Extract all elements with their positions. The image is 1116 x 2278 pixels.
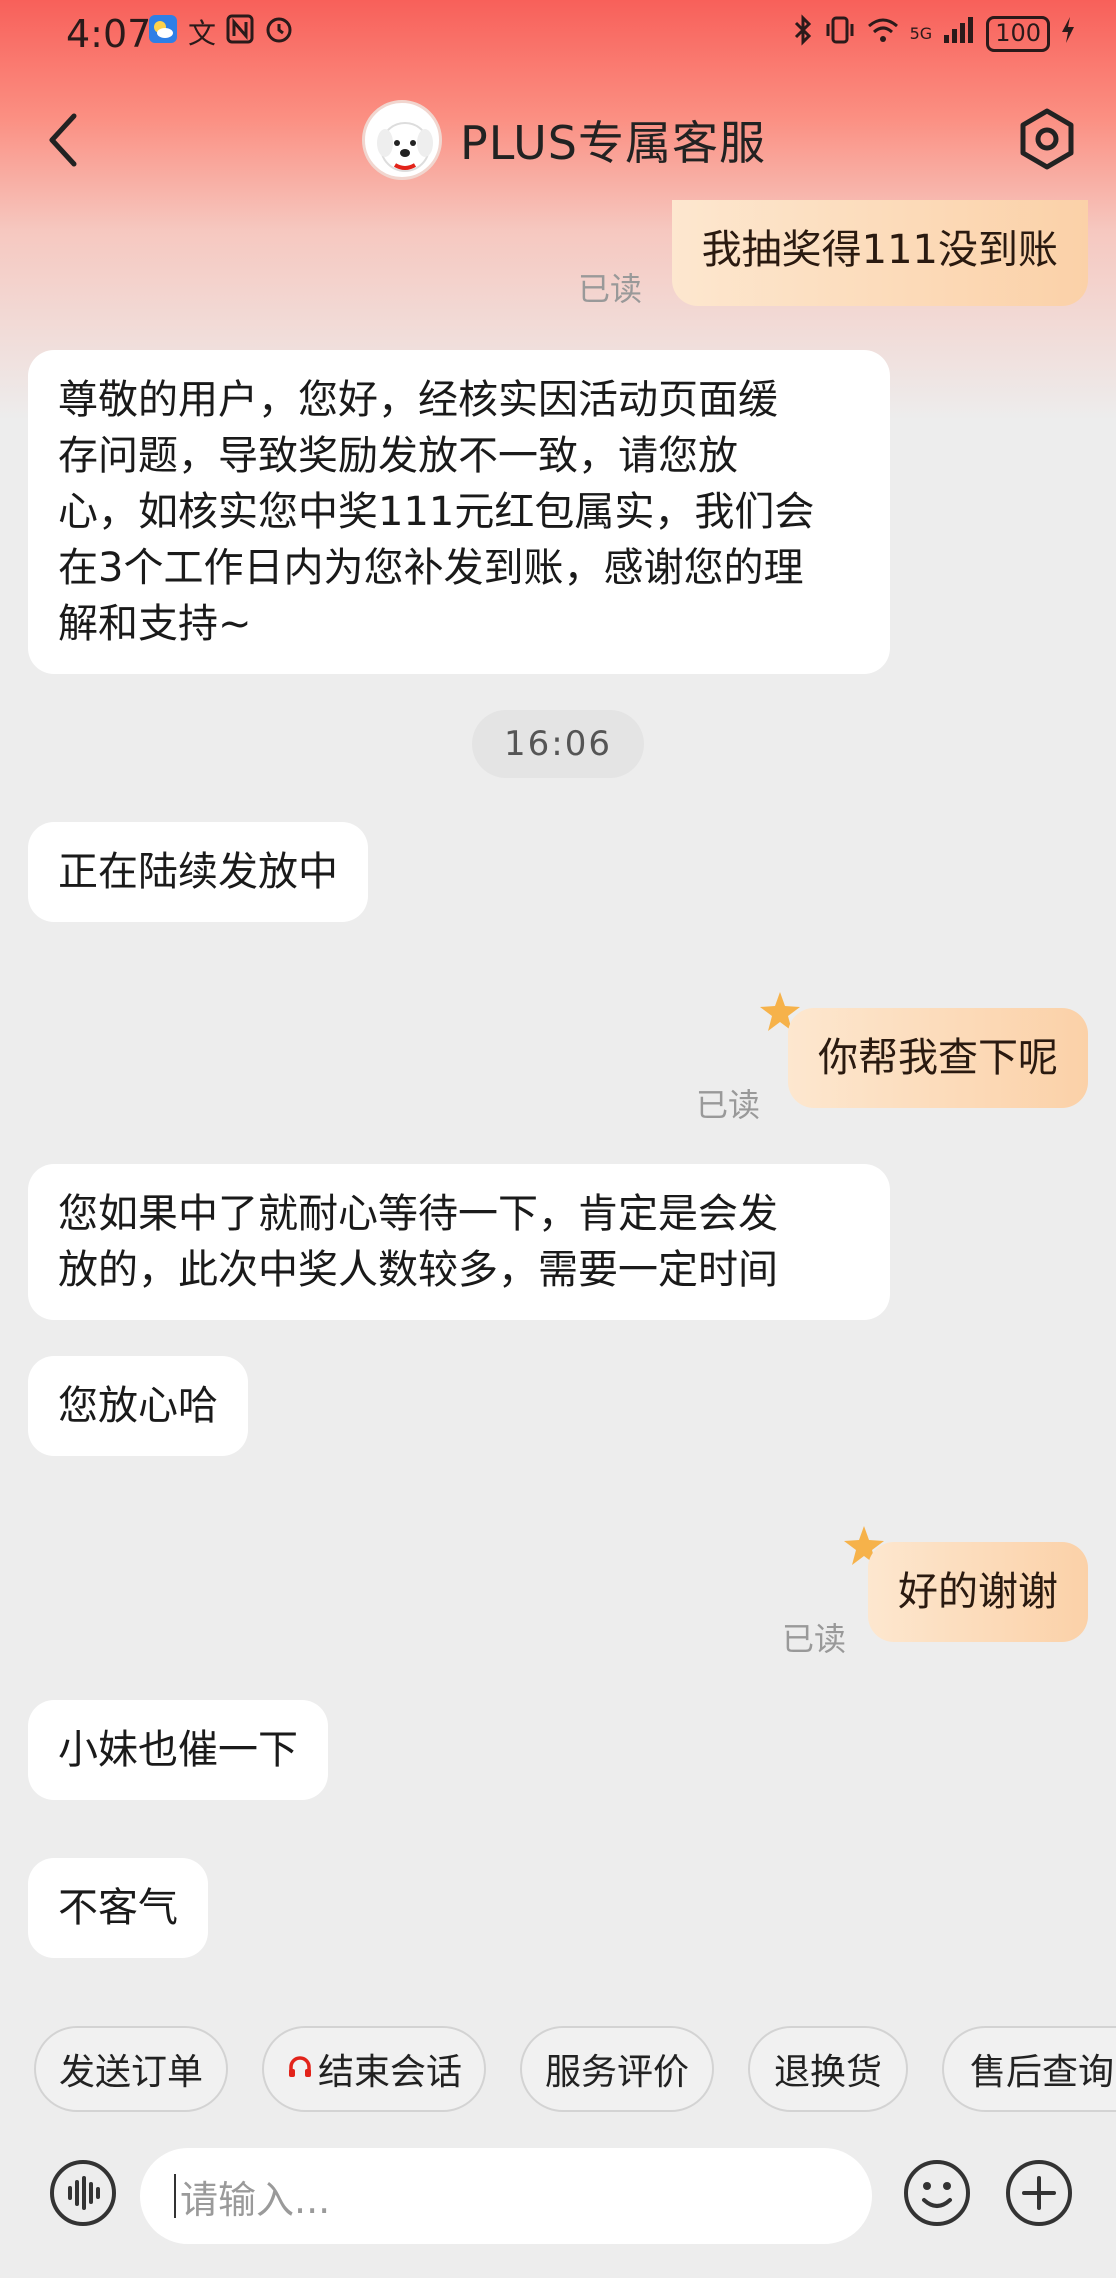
- alarm-icon: [264, 14, 294, 53]
- input-placeholder: 请输入...: [180, 2177, 331, 2222]
- send-order-chip[interactable]: 发送订单: [34, 2026, 228, 2112]
- message-text: 小妹也催一下: [58, 1727, 298, 1773]
- voice-icon: [50, 2160, 116, 2226]
- incoming-message[interactable]: 不客气: [28, 1858, 208, 1958]
- message-line: 您如果中了就耐心等待一下，肯定是会发: [58, 1191, 778, 1237]
- incoming-message[interactable]: 正在陆续发放中: [28, 822, 368, 922]
- chevron-left-icon: [49, 113, 77, 167]
- avatar: [362, 100, 442, 180]
- message-line: 尊敬的用户，您好，经核实因活动页面缓: [58, 377, 778, 423]
- read-receipt: 已读: [696, 1086, 761, 1124]
- message-line: 存问题，导致奖励发放不一致，请您放: [58, 433, 738, 479]
- message-input[interactable]: 请输入...: [140, 2148, 872, 2244]
- text-caret: [174, 2174, 176, 2218]
- read-receipt: 已读: [578, 270, 643, 308]
- vibrate-icon: [824, 14, 856, 53]
- message-text: 你帮我查下呢: [818, 1035, 1058, 1081]
- message-text: 不客气: [58, 1885, 178, 1931]
- hexagon-settings-icon: [1020, 108, 1074, 170]
- incoming-message[interactable]: 尊敬的用户，您好，经核实因活动页面缓 存问题，导致奖励发放不一致，请您放 心，如…: [28, 350, 890, 674]
- bluetooth-icon: [792, 14, 814, 53]
- message-text: 您放心哈: [58, 1383, 218, 1429]
- message-text: 我抽奖得111没到账: [701, 227, 1058, 273]
- back-button[interactable]: [40, 108, 90, 172]
- message-text: 正在陆续发放中: [58, 849, 338, 895]
- page-title: PLUS专属客服: [460, 116, 766, 170]
- headset-icon: [286, 2049, 314, 2090]
- service-rating-chip[interactable]: 服务评价: [520, 2026, 714, 2112]
- message-line: 心，如核实您中奖111元红包属实，我们会: [58, 489, 815, 535]
- more-options-button[interactable]: [1004, 2158, 1074, 2228]
- settings-button[interactable]: [1012, 104, 1082, 174]
- charging-icon: [1060, 15, 1076, 52]
- chip-label: 发送订单: [59, 2052, 204, 2093]
- return-exchange-chip[interactable]: 退换货: [748, 2026, 908, 2112]
- after-sales-query-chip[interactable]: 售后查询: [942, 2026, 1116, 2112]
- voice-input-button[interactable]: [48, 2158, 118, 2228]
- message-line: 放的，此次中奖人数较多，需要一定时间: [58, 1247, 778, 1293]
- emoji-button[interactable]: [902, 2158, 972, 2228]
- battery-indicator: 100: [986, 15, 1050, 52]
- message-text: 好的谢谢: [898, 1569, 1058, 1615]
- incoming-message[interactable]: 小妹也催一下: [28, 1700, 328, 1800]
- status-bar: 4:07 文 5G 100: [0, 0, 1116, 66]
- input-bar: 请输入...: [0, 2130, 1116, 2278]
- quick-action-bar: 发送订单 结束会话 服务评价 退换货 售后查询: [0, 2026, 1116, 2116]
- network-label: 5G: [909, 24, 933, 43]
- outgoing-message[interactable]: 我抽奖得111没到账: [671, 200, 1088, 306]
- outgoing-message[interactable]: 好的谢谢: [868, 1542, 1088, 1642]
- status-time: 4:07: [66, 12, 152, 56]
- incoming-message[interactable]: 您如果中了就耐心等待一下，肯定是会发 放的，此次中奖人数较多，需要一定时间: [28, 1164, 890, 1320]
- chip-label: 服务评价: [545, 2052, 690, 2093]
- nfc-icon: [226, 14, 254, 53]
- translate-icon: 文: [188, 16, 217, 50]
- message-line: 解和支持~: [58, 601, 252, 647]
- chat-header: PLUS专属客服: [0, 90, 1116, 190]
- read-receipt: 已读: [782, 1620, 847, 1658]
- smiley-icon: [904, 2160, 970, 2226]
- plus-icon: [1006, 2160, 1072, 2226]
- chip-label: 退换货: [774, 2052, 883, 2093]
- message-line: 在3个工作日内为您补发到账，感谢您的理: [58, 545, 804, 591]
- signal-icon: [942, 15, 976, 52]
- mascot-dog-icon: [377, 122, 433, 172]
- incoming-message[interactable]: 您放心哈: [28, 1356, 248, 1456]
- wifi-icon: [866, 15, 900, 52]
- chip-label: 售后查询: [970, 2052, 1115, 2093]
- weather-icon: [148, 14, 178, 53]
- end-session-chip[interactable]: 结束会话: [262, 2026, 486, 2112]
- chip-label: 结束会话: [318, 2052, 463, 2093]
- outgoing-message[interactable]: 你帮我查下呢: [788, 1008, 1088, 1108]
- timestamp-divider: 16:06: [472, 710, 644, 778]
